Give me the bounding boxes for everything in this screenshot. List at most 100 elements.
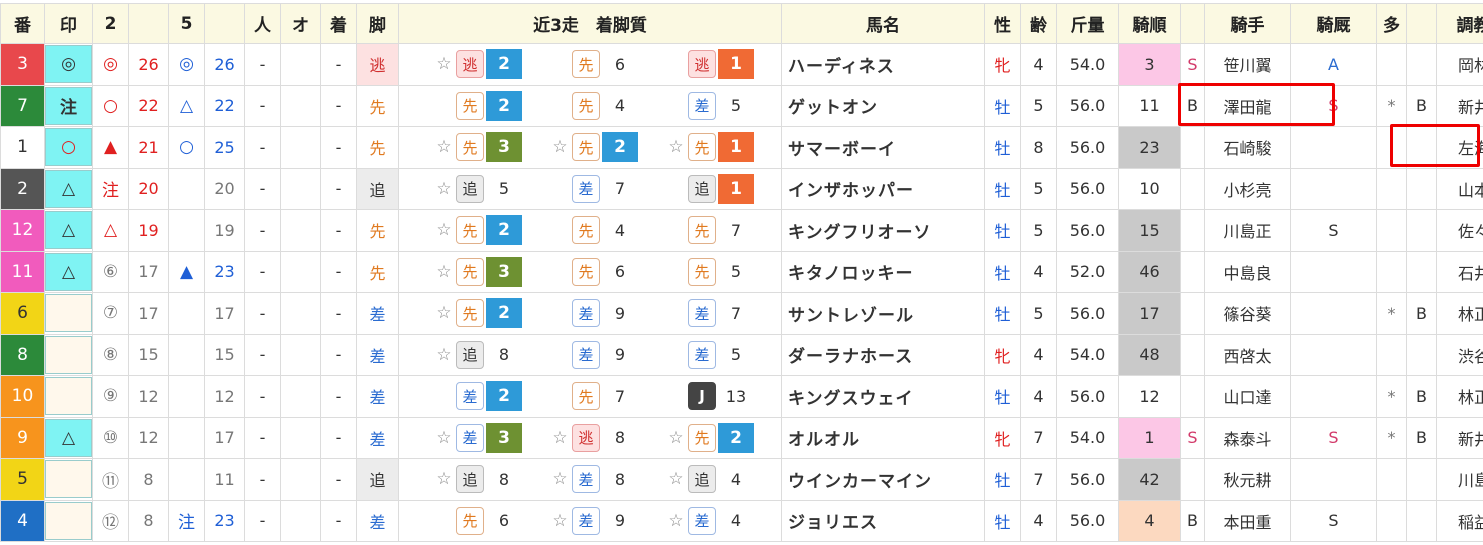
recent-race[interactable]: ☆ 差 4: [664, 506, 754, 535]
trainer-name[interactable]: 新井清: [1436, 84, 1483, 127]
recent-race[interactable]: 逃1: [664, 49, 754, 80]
horse-name[interactable]: ゲットオン: [781, 84, 985, 127]
jockey-name[interactable]: 笹川翼: [1204, 43, 1291, 86]
recent-race[interactable]: ☆ 先 2: [548, 132, 638, 163]
table-row[interactable]: 2△注2020--追☆追5差7追1インザホッパー牡556.010小杉亮山本学: [0, 167, 1483, 210]
prediction-mark[interactable]: △: [45, 418, 92, 457]
recent-race[interactable]: ☆ 追 4: [664, 465, 754, 494]
header-jfav[interactable]: 騎厩: [1290, 3, 1377, 44]
prediction-mark[interactable]: [45, 335, 92, 374]
recent-race[interactable]: ☆ 差 9: [548, 506, 638, 535]
trainer-name[interactable]: 山本学: [1436, 167, 1483, 210]
mark-cell[interactable]: [44, 499, 93, 542]
recent-race[interactable]: 差5: [664, 340, 754, 369]
prediction-mark[interactable]: [45, 377, 92, 416]
trainer-name[interactable]: 新井清: [1436, 416, 1483, 459]
header-2[interactable]: 2: [92, 3, 129, 44]
recent-race[interactable]: ☆ 追 8: [432, 465, 522, 494]
recent-race[interactable]: 差5: [664, 91, 754, 120]
prediction-mark[interactable]: △: [45, 169, 92, 208]
horse-name[interactable]: ハーディネス: [781, 43, 985, 86]
trainer-name[interactable]: 林正人: [1436, 292, 1483, 335]
header-age[interactable]: 齢: [1020, 3, 1057, 44]
jockey-name[interactable]: 石崎駿: [1204, 126, 1291, 169]
recent-race[interactable]: ☆ 先 2: [432, 215, 522, 246]
mark-cell[interactable]: 注: [44, 84, 93, 127]
mark-cell[interactable]: [44, 333, 93, 376]
trainer-name[interactable]: 岡林光: [1436, 43, 1483, 86]
recent-race[interactable]: ☆ 追 5: [432, 174, 522, 203]
horse-name[interactable]: ダーラナホース: [781, 333, 985, 376]
trainer-name[interactable]: 林正人: [1436, 375, 1483, 418]
prediction-mark[interactable]: △: [45, 252, 92, 291]
jockey-name[interactable]: 森泰斗: [1204, 416, 1291, 459]
horse-name[interactable]: サントレゾール: [781, 292, 985, 335]
trainer-name[interactable]: 川島豊: [1436, 458, 1483, 501]
horse-name[interactable]: オルオル: [781, 416, 985, 459]
horse-name[interactable]: キングスウェイ: [781, 375, 985, 418]
table-row[interactable]: 5⑪811--追☆追8☆差8☆追4ウインカーマイン牡756.042秋元耕川島豊: [0, 458, 1483, 501]
recent-race[interactable]: ☆ 先 3: [432, 132, 522, 163]
recent-race[interactable]: 差9: [548, 340, 638, 369]
recent-race[interactable]: 先6: [548, 50, 638, 79]
jockey-name[interactable]: 澤田龍: [1204, 84, 1291, 127]
prediction-mark[interactable]: △: [45, 211, 92, 250]
table-row[interactable]: 1○▲21○25--先☆先3☆先2☆先1サマーボーイ牡856.023石崎駿左海誠: [0, 126, 1483, 169]
recent-race[interactable]: ☆ 差 3: [432, 422, 522, 453]
table-row[interactable]: 6⑦1717--差☆先2差9差7サントレゾール牡556.017篠谷葵*B林正人: [0, 292, 1483, 335]
recent-race[interactable]: 差7: [548, 174, 638, 203]
header-in[interactable]: 印: [44, 3, 93, 44]
table-row[interactable]: 7注○22△22--先先2先4差5ゲットオン牡556.011B澤田龍S*B新井清: [0, 84, 1483, 127]
header-jorder[interactable]: 騎順: [1118, 3, 1181, 44]
table-row[interactable]: 9△⑩1217--差☆差3☆逃8☆先2オルオル牝754.01S森泰斗S*B新井清: [0, 416, 1483, 459]
mark-cell[interactable]: [44, 375, 93, 418]
recent-race[interactable]: ☆ 逃 2: [432, 49, 522, 80]
horse-name[interactable]: インザホッパー: [781, 167, 985, 210]
recent-race[interactable]: 差7: [664, 299, 754, 328]
horse-name[interactable]: キタノロッキー: [781, 250, 985, 293]
trainer-name[interactable]: 稲益貴: [1436, 499, 1483, 542]
header-chaku[interactable]: 着: [320, 3, 357, 44]
recent-race[interactable]: 差9: [548, 299, 638, 328]
header-kyaku[interactable]: 脚: [356, 3, 399, 44]
prediction-mark[interactable]: [45, 294, 92, 333]
recent-race[interactable]: 先7: [548, 382, 638, 411]
prediction-mark[interactable]: 注: [45, 86, 92, 125]
recent-race[interactable]: 先7: [664, 216, 754, 245]
horse-name[interactable]: ジョリエス: [781, 499, 985, 542]
prediction-mark[interactable]: ◎: [45, 45, 92, 84]
recent-race[interactable]: ☆ 逃 8: [548, 423, 638, 452]
jockey-name[interactable]: 本田重: [1204, 499, 1291, 542]
horse-name[interactable]: サマーボーイ: [781, 126, 985, 169]
jockey-name[interactable]: 川島正: [1204, 209, 1291, 252]
header-5[interactable]: 5: [168, 3, 205, 44]
recent-race[interactable]: ☆ 追 8: [432, 340, 522, 369]
recent-race[interactable]: 先2: [432, 90, 522, 121]
mark-cell[interactable]: △: [44, 209, 93, 252]
header-jockey[interactable]: 騎手: [1204, 3, 1291, 44]
recent-race[interactable]: ☆ 先 3: [432, 256, 522, 287]
jockey-name[interactable]: 山口達: [1204, 375, 1291, 418]
recent-race[interactable]: 先4: [548, 91, 638, 120]
jockey-name[interactable]: 篠谷葵: [1204, 292, 1291, 335]
table-row[interactable]: 3◎◎26◎26--逃☆逃2先6逃1ハーディネス牝454.03S笹川翼A岡林光: [0, 43, 1483, 86]
trainer-name[interactable]: 渋谷博: [1436, 333, 1483, 376]
prediction-mark[interactable]: [45, 501, 92, 540]
header-recent[interactable]: 近3走 着脚質: [398, 3, 782, 44]
header-trainer[interactable]: 調教師: [1436, 3, 1483, 44]
recent-race[interactable]: 先6: [548, 257, 638, 286]
recent-race[interactable]: 差2: [432, 381, 522, 412]
header-weight[interactable]: 斤量: [1056, 3, 1119, 44]
header-hito[interactable]: 人: [244, 3, 281, 44]
recent-race[interactable]: 先5: [664, 257, 754, 286]
jockey-name[interactable]: 小杉亮: [1204, 167, 1291, 210]
recent-race[interactable]: 先4: [548, 216, 638, 245]
mark-cell[interactable]: △: [44, 250, 93, 293]
prediction-mark[interactable]: ○: [45, 128, 92, 167]
mark-cell[interactable]: △: [44, 167, 93, 210]
mark-cell[interactable]: ○: [44, 126, 93, 169]
recent-race[interactable]: ☆ 先 2: [432, 298, 522, 329]
header-name[interactable]: 馬名: [781, 3, 985, 44]
jockey-name[interactable]: 西啓太: [1204, 333, 1291, 376]
table-row[interactable]: 12△△1919--先☆先2先4先7キングフリオーソ牡556.015川島正S佐々…: [0, 209, 1483, 252]
